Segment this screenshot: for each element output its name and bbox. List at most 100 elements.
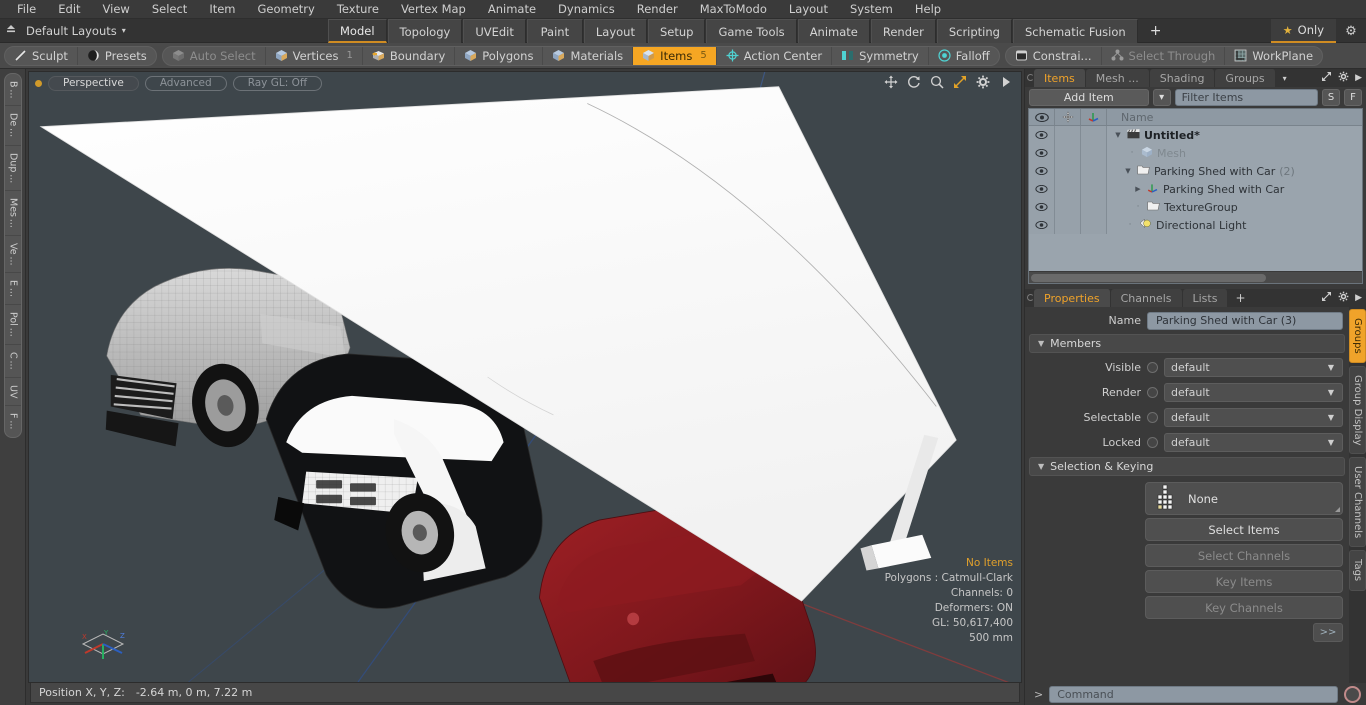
left-tab-vertex[interactable]: Ve ... — [4, 236, 21, 274]
row-name-cell[interactable]: ▼ Parking Shed with Car (2) — [1107, 162, 1362, 180]
gear-icon[interactable]: ⚙ — [1336, 19, 1366, 43]
tab-uvedit[interactable]: UVEdit — [463, 19, 526, 43]
menu-item-texture[interactable]: Texture — [326, 0, 390, 19]
gear-icon[interactable] — [976, 75, 990, 89]
sculpt-button[interactable]: Sculpt — [5, 46, 78, 65]
collapse-triangle-icon[interactable]: ▼ — [1038, 339, 1044, 348]
row-name-cell[interactable]: ▶ Parking Shed with Car — [1107, 180, 1362, 198]
panel-tabs-overflow-icon[interactable]: ▾ — [1276, 69, 1294, 87]
rotate-icon[interactable] — [907, 75, 921, 89]
row-name-cell[interactable]: ▼ Untitled* — [1107, 126, 1362, 144]
name-input[interactable]: Parking Shed with Car (3) — [1147, 311, 1343, 330]
items-button[interactable]: Items 5 — [633, 46, 717, 65]
expand-icon[interactable] — [1321, 71, 1332, 85]
key-items-button[interactable]: Key Items — [1145, 570, 1343, 593]
menu-item-layout[interactable]: Layout — [778, 0, 839, 19]
tab-layout[interactable]: Layout — [583, 19, 647, 43]
command-input[interactable]: Command — [1049, 685, 1338, 703]
tab-game-tools[interactable]: Game Tools — [706, 19, 797, 43]
row-lock-cell[interactable] — [1055, 216, 1081, 234]
twirl-icon[interactable]: ▼ — [1123, 167, 1133, 175]
only-toggle-button[interactable]: ★ Only — [1270, 19, 1336, 43]
menu-item-system[interactable]: System — [839, 0, 904, 19]
table-row[interactable]: ‧ TextureGroup — [1029, 198, 1362, 216]
tab-animate[interactable]: Animate — [797, 19, 870, 43]
selection-keying-section-header[interactable]: ▼ Selection & Keying — [1029, 457, 1345, 476]
left-tab-fusion[interactable]: F ... — [5, 406, 21, 436]
visible-radio[interactable] — [1147, 362, 1158, 373]
row-lock-cell[interactable] — [1055, 162, 1081, 180]
row-visibility-toggle[interactable] — [1029, 126, 1055, 144]
filter-items-input[interactable]: Filter Items — [1174, 89, 1318, 106]
selection-set-picker[interactable]: None — [1145, 482, 1343, 515]
add-item-button[interactable]: Add Item — [1029, 89, 1149, 106]
select-through-button[interactable]: Select Through — [1102, 46, 1226, 65]
visible-dropdown[interactable]: default ▼ — [1164, 358, 1343, 377]
panel-tab-channels[interactable]: Channels — [1110, 289, 1183, 307]
left-tab-mesh[interactable]: Mes ... — [4, 191, 21, 236]
left-tab-uv[interactable]: UV — [4, 378, 21, 407]
gear-icon[interactable] — [1338, 71, 1349, 85]
table-row[interactable]: ‧ Mesh — [1029, 144, 1362, 162]
row-visibility-toggle[interactable] — [1029, 162, 1055, 180]
tab-topology[interactable]: Topology — [387, 19, 463, 43]
twirl-icon[interactable]: ▼ — [1113, 131, 1123, 139]
menu-item-file[interactable]: File — [6, 0, 47, 19]
add-tab-button[interactable]: + — [1139, 19, 1173, 43]
viewport-raygl-toggle[interactable]: Ray GL: Off — [232, 75, 323, 91]
right-arrow-icon[interactable]: ▶ — [1355, 73, 1362, 83]
select-items-button[interactable]: Select Items — [1145, 518, 1343, 541]
menu-item-animate[interactable]: Animate — [477, 0, 547, 19]
panel-tab-items[interactable]: Items — [1034, 69, 1086, 87]
symmetry-button[interactable]: Symmetry — [832, 46, 929, 65]
forward-button[interactable]: >> — [1313, 623, 1343, 642]
left-tab-curve[interactable]: C ... — [4, 345, 21, 378]
vertices-button[interactable]: Vertices 1 — [266, 46, 363, 65]
polygons-button[interactable]: Polygons — [455, 46, 544, 65]
menu-item-maxtomodo[interactable]: MaxToModo — [689, 0, 778, 19]
scrollbar-thumb[interactable] — [1031, 274, 1266, 282]
row-transform-cell[interactable] — [1081, 162, 1107, 180]
table-row[interactable]: ‧ Directional Light — [1029, 216, 1362, 234]
filter-f-button[interactable]: F — [1344, 89, 1362, 106]
menu-item-view[interactable]: View — [92, 0, 141, 19]
row-lock-cell[interactable] — [1055, 126, 1081, 144]
side-tab-groups[interactable]: Groups — [1349, 309, 1366, 363]
right-arrow-icon[interactable]: ▶ — [1355, 293, 1362, 303]
fit-icon[interactable] — [953, 75, 967, 89]
panel-grip-icon[interactable] — [1027, 294, 1034, 301]
row-transform-cell[interactable] — [1081, 144, 1107, 162]
collapse-triangle-icon[interactable]: ▼ — [1038, 462, 1044, 471]
render-dropdown[interactable]: default ▼ — [1164, 383, 1343, 402]
render-radio[interactable] — [1147, 387, 1158, 398]
panel-tab-groups[interactable]: Groups — [1215, 69, 1276, 87]
side-tab-group-display[interactable]: Group Display — [1349, 365, 1366, 455]
row-lock-cell[interactable] — [1055, 180, 1081, 198]
tab-render[interactable]: Render — [870, 19, 936, 43]
menu-item-edit[interactable]: Edit — [47, 0, 91, 19]
move-icon[interactable] — [884, 75, 898, 89]
record-icon[interactable] — [1344, 685, 1361, 703]
table-row[interactable]: ▼ Parking Shed with Car (2) — [1029, 162, 1362, 180]
members-section-header[interactable]: ▼ Members — [1029, 334, 1345, 353]
constraint-button[interactable]: Constrai... — [1006, 46, 1102, 65]
row-visibility-toggle[interactable] — [1029, 216, 1055, 234]
up-arrow-icon[interactable] — [0, 24, 22, 38]
tab-schematic-fusion[interactable]: Schematic Fusion — [1012, 19, 1138, 43]
panel-tab-lists[interactable]: Lists — [1182, 289, 1229, 307]
left-tab-edge[interactable]: E ... — [4, 273, 21, 306]
menu-item-dynamics[interactable]: Dynamics — [547, 0, 626, 19]
panel-tab-properties[interactable]: Properties — [1034, 289, 1111, 307]
side-tab-user-channels[interactable]: User Channels — [1349, 457, 1366, 548]
left-tab-deform[interactable]: De ... — [4, 106, 21, 146]
viewport-3d[interactable]: Perspective Advanced Ray GL: Off No Item… — [28, 71, 1022, 683]
row-name-cell[interactable]: ‧ Directional Light — [1107, 216, 1362, 234]
boundary-button[interactable]: Boundary — [363, 46, 456, 65]
selectable-radio[interactable] — [1147, 412, 1158, 423]
menu-item-select[interactable]: Select — [141, 0, 198, 19]
workplane-button[interactable]: WorkPlane — [1225, 47, 1322, 65]
menu-item-render[interactable]: Render — [626, 0, 689, 19]
table-row[interactable]: ▶ Parking Shed with Car — [1029, 180, 1362, 198]
add-properties-tab-button[interactable]: + — [1228, 289, 1252, 307]
materials-button[interactable]: Materials — [543, 46, 634, 65]
